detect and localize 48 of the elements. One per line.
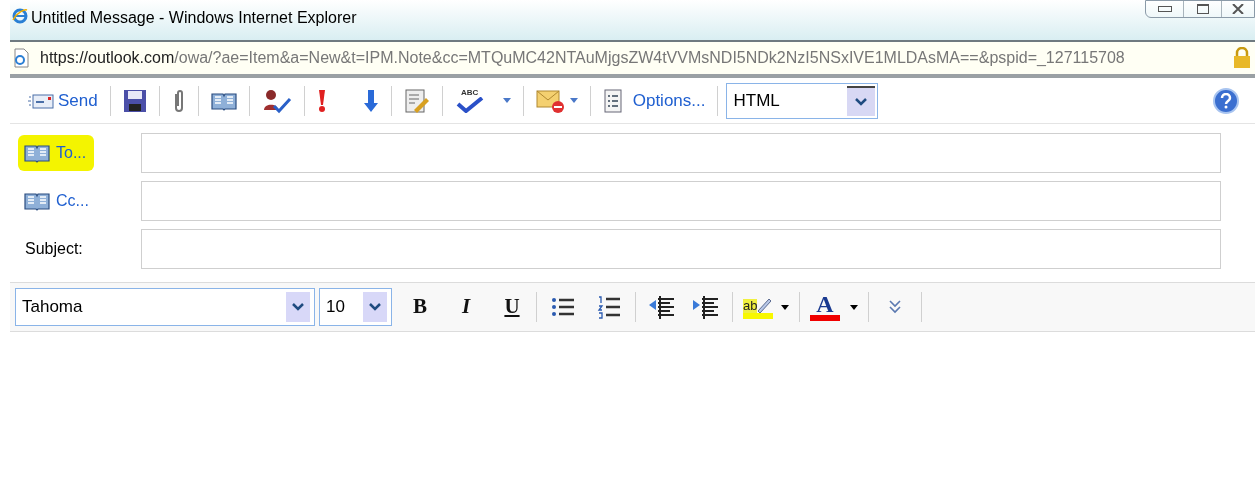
underline-button[interactable]: U — [494, 289, 530, 325]
italic-button[interactable]: I — [448, 289, 484, 325]
person-check-icon — [261, 87, 292, 114]
address-book-icon — [210, 90, 237, 111]
caret-icon — [850, 304, 858, 310]
recipient-button[interactable]: Cc... — [18, 183, 97, 219]
recipient-button[interactable]: To... — [18, 135, 95, 171]
font-color-button[interactable]: A — [806, 289, 862, 325]
caret-icon — [781, 304, 789, 310]
down-arrow-icon — [362, 88, 379, 113]
caret-icon — [502, 98, 511, 103]
chevron-down-icon — [369, 303, 381, 311]
format-select[interactable]: HTML — [726, 82, 879, 119]
spelling-button[interactable]: ABC — [448, 85, 517, 116]
indent-icon — [692, 295, 720, 319]
help-icon — [1220, 92, 1232, 109]
page-icon — [12, 48, 30, 68]
url-text: https://outlook.com/owa/?ae=Item&a=New&t=IPM.Note&cc=MTQuMC42NTAuMjgsZW4tVVMsNDI5NDk2NzI5NSxIVE1MLDAsMA==&pspid=_127115708 — [40, 48, 1126, 68]
bullet-list-icon — [551, 296, 575, 318]
recipient-field[interactable] — [141, 181, 1221, 221]
chevron-down-icon — [855, 97, 868, 106]
exclamation-icon — [316, 88, 327, 113]
font-select[interactable]: Tahoma — [15, 288, 315, 326]
address-bar[interactable]: https://outlook.com/owa/?ae=Item&a=New&t=IPM.Note&cc=MTQuMC42NTAuMjgsZW4tVVMsNDI5NDk2NzI5NSxIVE1MLDAsMA==&pspid=_127115708 — [10, 40, 1255, 78]
address-book-icon — [24, 143, 50, 163]
document-pen-icon — [403, 87, 430, 114]
envelope-block-icon — [535, 87, 566, 114]
subject-label: Subject: — [24, 239, 84, 259]
bold-button[interactable]: B — [402, 289, 438, 325]
size-select[interactable]: 10 — [319, 288, 392, 326]
caret-icon — [569, 98, 578, 103]
chevron-down-icon — [292, 303, 304, 311]
outdent-icon — [648, 295, 676, 319]
envelope-icon — [28, 92, 54, 109]
address-book-icon — [24, 191, 50, 211]
checklist-icon — [602, 88, 623, 113]
close-icon — [1232, 4, 1244, 14]
double-chevron-icon — [889, 300, 901, 314]
options-button[interactable]: Options... — [596, 85, 712, 116]
window-title: Untitled Message - Windows Internet Explorer — [31, 8, 357, 28]
subject-field[interactable] — [141, 229, 1221, 269]
help-button[interactable] — [1213, 87, 1239, 114]
highlight-button[interactable]: ab — [739, 289, 793, 325]
numbered-list-icon — [597, 295, 621, 319]
recipient-field[interactable] — [141, 133, 1221, 173]
browser-icon — [12, 8, 28, 24]
send-button[interactable]: Send — [22, 85, 104, 116]
lock-icon — [1233, 47, 1251, 69]
